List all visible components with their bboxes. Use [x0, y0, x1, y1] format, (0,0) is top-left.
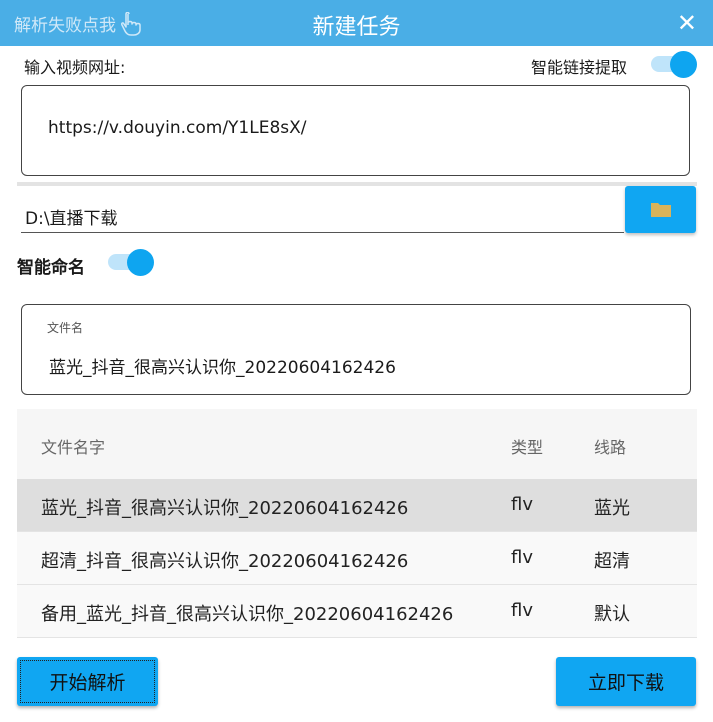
table-row[interactable]: 蓝光_抖音_很高兴认识你_20220604162426 flv 蓝光 [17, 479, 697, 532]
url-label: 输入视频网址: [24, 58, 126, 77]
row-type: flv [511, 494, 533, 515]
filename-input[interactable]: 文件名 蓝光_抖音_很高兴认识你_20220604162426 [21, 304, 691, 395]
stream-table: 文件名字 类型 线路 蓝光_抖音_很高兴认识你_20220604162426 f… [17, 409, 697, 638]
row-type: flv [511, 547, 533, 568]
url-input-value: https://v.douyin.com/Y1LE8sX/ [48, 118, 307, 138]
smart-link-toggle[interactable] [651, 51, 697, 78]
column-header-line: 线路 [594, 438, 627, 457]
smart-naming-toggle[interactable] [108, 249, 154, 276]
browse-folder-button[interactable] [625, 186, 696, 233]
path-underline [21, 232, 624, 233]
title-bar: 解析失败点我 新建任务 ✕ [0, 0, 713, 46]
toggle-knob [670, 51, 697, 78]
row-line: 蓝光 [594, 498, 630, 519]
toggle-knob [127, 249, 154, 276]
table-row[interactable]: 超清_抖音_很高兴认识你_20220604162426 flv 超清 [17, 532, 697, 585]
smart-naming-label: 智能命名 [17, 258, 85, 278]
save-path-input[interactable]: D:\直播下载 [25, 204, 118, 229]
row-name: 超清_抖音_很高兴认识你_20220604162426 [41, 551, 409, 572]
filename-value: 蓝光_抖音_很高兴认识你_20220604162426 [49, 358, 396, 378]
close-icon[interactable]: ✕ [677, 9, 697, 37]
start-parse-button[interactable]: 开始解析 [17, 657, 158, 706]
row-type: flv [511, 600, 533, 621]
download-now-button[interactable]: 立即下载 [556, 657, 696, 706]
column-header-name: 文件名字 [41, 438, 106, 457]
window-title: 新建任务 [312, 15, 401, 40]
table-row[interactable]: 备用_蓝光_抖音_很高兴认识你_20220604162426 flv 默认 [17, 585, 697, 638]
url-input[interactable]: https://v.douyin.com/Y1LE8sX/ [21, 85, 690, 176]
row-name: 蓝光_抖音_很高兴认识你_20220604162426 [41, 498, 409, 519]
row-line: 默认 [594, 604, 630, 625]
smart-link-label: 智能链接提取 [531, 58, 628, 77]
divider [17, 182, 697, 186]
column-header-type: 类型 [511, 438, 544, 457]
row-name: 备用_蓝光_抖音_很高兴认识你_20220604162426 [41, 604, 454, 625]
row-line: 超清 [594, 551, 630, 572]
filename-caption: 文件名 [47, 321, 84, 335]
table-header: 文件名字 类型 线路 [17, 409, 697, 479]
folder-icon [650, 203, 671, 217]
